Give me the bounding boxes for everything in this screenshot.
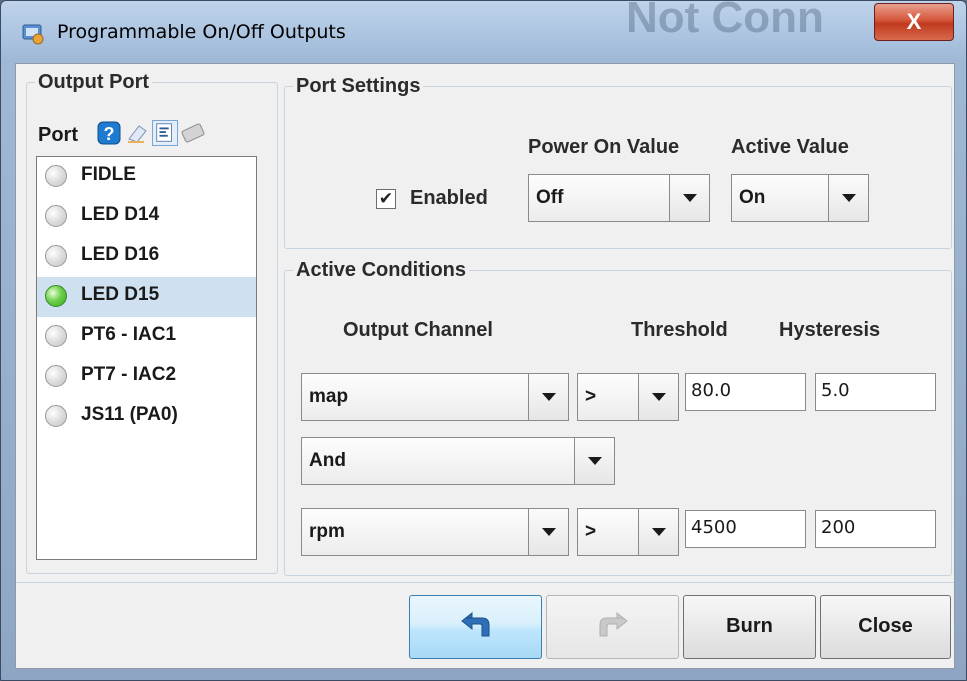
title-bar[interactable]: Programmable On/Off Outputs Not Conn X: [1, 0, 966, 63]
logic-select[interactable]: And: [301, 437, 615, 485]
burn-button[interactable]: Burn: [683, 595, 816, 659]
chevron-down-icon[interactable]: [528, 374, 568, 420]
help-icon[interactable]: ?: [96, 120, 122, 146]
properties-icon[interactable]: [152, 120, 178, 146]
undo-icon: [461, 611, 490, 637]
port-name: PT6 - IAC1: [81, 324, 177, 345]
eraser-icon[interactable]: [124, 120, 150, 146]
enabled-label[interactable]: Enabled: [410, 187, 488, 210]
list-item[interactable]: PT7 - IAC2: [37, 357, 256, 397]
led-off-icon: [45, 405, 67, 427]
close-button-label: Close: [858, 615, 913, 637]
chevron-down-icon[interactable]: [669, 175, 709, 221]
chevron-down-icon[interactable]: [638, 374, 678, 420]
port-name: JS11 (PA0): [81, 404, 178, 425]
list-item-selected[interactable]: LED D15: [37, 277, 256, 317]
active-conditions-title: Active Conditions: [293, 259, 470, 282]
output-channel-header: Output Channel: [343, 319, 493, 341]
chip-icon[interactable]: [180, 120, 206, 146]
app-icon: [22, 24, 44, 45]
led-off-icon: [45, 325, 67, 347]
port-settings-title: Port Settings: [293, 75, 424, 98]
port-name: PT7 - IAC2: [81, 364, 177, 385]
burn-button-label: Burn: [726, 615, 773, 637]
chevron-down-icon[interactable]: [574, 438, 614, 484]
operator-select-1[interactable]: >: [577, 373, 679, 421]
output-port-title: Output Port: [35, 71, 153, 94]
channel-value-2: rpm: [309, 521, 345, 542]
active-value-label: Active Value: [731, 136, 849, 158]
active-value: On: [739, 187, 766, 208]
list-item[interactable]: FIDLE: [37, 157, 256, 197]
hysteresis-input-1[interactable]: 5.0: [815, 373, 936, 411]
channel-select-1[interactable]: map: [301, 373, 569, 421]
logic-value: And: [309, 450, 346, 471]
window-title: Programmable On/Off Outputs: [57, 21, 346, 43]
redo-icon: [599, 611, 628, 637]
port-label: Port: [38, 124, 78, 146]
svg-text:?: ?: [104, 124, 115, 144]
threshold-header: Threshold: [631, 319, 728, 341]
port-settings-group: Port Settings: [284, 75, 952, 249]
chevron-down-icon[interactable]: [528, 509, 568, 555]
led-off-icon: [45, 205, 67, 227]
list-item[interactable]: PT6 - IAC1: [37, 317, 256, 357]
dialog-window: Programmable On/Off Outputs Not Conn X O…: [0, 0, 967, 681]
port-name: LED D14: [81, 204, 160, 225]
undo-button[interactable]: [409, 595, 542, 659]
led-off-icon: [45, 365, 67, 387]
list-item[interactable]: JS11 (PA0): [37, 397, 256, 437]
power-on-value-select[interactable]: Off: [528, 174, 710, 222]
led-off-icon: [45, 165, 67, 187]
port-name: LED D16: [81, 244, 160, 265]
operator-value-1: >: [585, 386, 597, 407]
threshold-input-1[interactable]: 80.0: [685, 373, 806, 411]
chevron-down-icon[interactable]: [638, 509, 678, 555]
threshold-input-2[interactable]: 4500: [685, 510, 806, 548]
chevron-down-icon[interactable]: [828, 175, 868, 221]
redo-button[interactable]: [546, 595, 679, 659]
list-item[interactable]: LED D14: [37, 197, 256, 237]
channel-value-1: map: [309, 386, 349, 407]
active-value-select[interactable]: On: [731, 174, 869, 222]
close-button[interactable]: Close: [820, 595, 951, 659]
button-bar-divider: [16, 582, 954, 583]
hysteresis-header: Hysteresis: [779, 319, 881, 341]
port-name: LED D15: [81, 284, 160, 305]
list-item[interactable]: LED D16: [37, 237, 256, 277]
power-on-value: Off: [536, 187, 564, 208]
port-name: FIDLE: [81, 164, 136, 185]
port-list[interactable]: FIDLE LED D14 LED D16 LED D15 PT6 - IAC1…: [36, 156, 257, 560]
enabled-checkbox[interactable]: ✔: [376, 189, 396, 209]
led-off-icon: [45, 245, 67, 267]
channel-select-2[interactable]: rpm: [301, 508, 569, 556]
background-window-text: Not Conn: [626, 0, 824, 42]
dialog-content: Output Port Port ? FIDLE LED D14 LED D16…: [15, 63, 955, 669]
operator-select-2[interactable]: >: [577, 508, 679, 556]
window-close-button[interactable]: X: [874, 3, 954, 41]
power-on-value-label: Power On Value: [528, 136, 680, 158]
operator-value-2: >: [585, 521, 597, 542]
led-on-icon: [45, 285, 67, 307]
hysteresis-input-2[interactable]: 200: [815, 510, 936, 548]
